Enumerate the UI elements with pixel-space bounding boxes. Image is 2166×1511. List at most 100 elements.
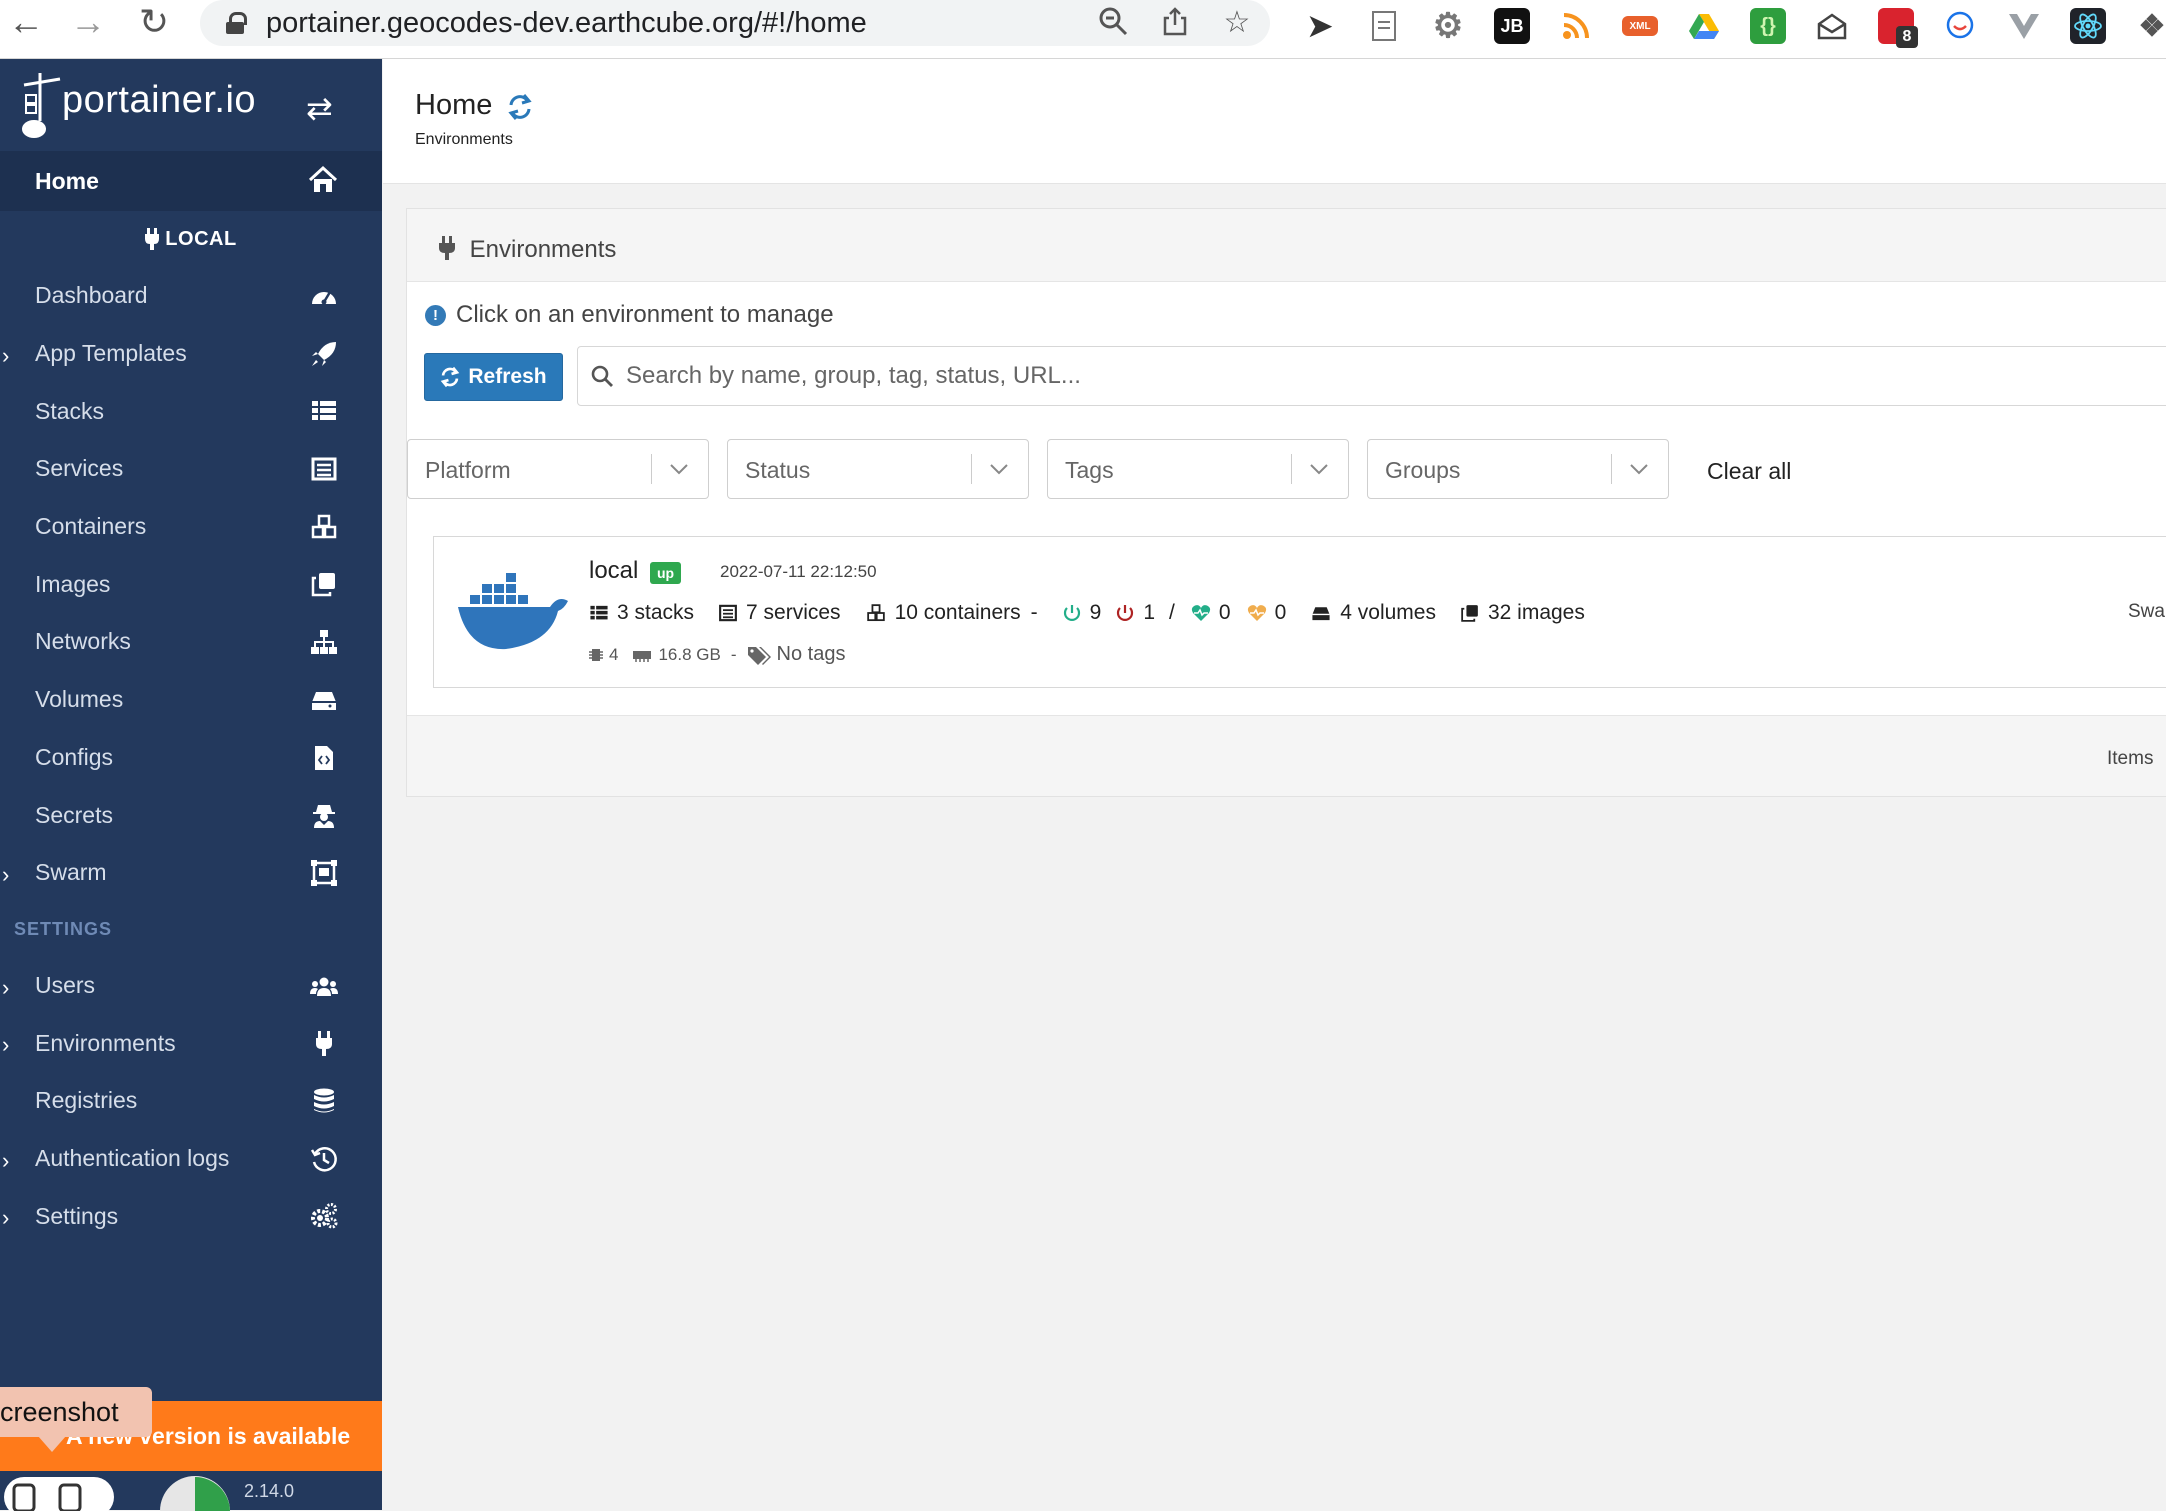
sidebar-item-label: Registries (35, 1087, 138, 1114)
services-icon (719, 604, 737, 622)
filter-label: Status (745, 457, 811, 483)
chevron-right-icon: › (2, 342, 10, 368)
groups-filter[interactable]: Groups (1367, 439, 1669, 499)
xml-extension-icon[interactable]: XML (1622, 16, 1658, 36)
cubes-icon (866, 604, 885, 622)
containers-count: 10 containers (894, 601, 1021, 624)
sidebar-item-label: Services (35, 455, 124, 482)
cogs-icon (311, 1203, 338, 1229)
environment-header: LOCAL (0, 211, 382, 267)
refresh-icon[interactable] (507, 93, 533, 121)
rss-extension-icon[interactable] (1558, 8, 1594, 44)
address-bar[interactable]: portainer.geocodes-dev.earthcube.org/#!/… (200, 0, 1270, 46)
clone-icon (1461, 605, 1478, 622)
rocket-icon (312, 341, 336, 366)
search-input[interactable] (624, 361, 2028, 391)
refresh-icon (441, 366, 460, 388)
footer-logo-icon (4, 1477, 114, 1511)
tags-icon (747, 646, 771, 665)
puzzle-extension-icon[interactable]: ❖ (2134, 8, 2166, 44)
drive-extension-icon[interactable] (1686, 8, 1722, 44)
sidebar-item-label: Stacks (35, 397, 105, 424)
environment-name: LOCAL (165, 227, 237, 250)
back-arrow-icon[interactable]: ← (4, 0, 48, 44)
sidebar-item-dashboard[interactable]: Dashboard (0, 267, 382, 325)
share-icon[interactable] (1158, 6, 1192, 40)
json-extension-icon[interactable]: {} (1750, 8, 1786, 44)
tooltip-text: creenshot (0, 1396, 119, 1427)
sidebar-item-label: Environments (35, 1029, 176, 1056)
version-indicator-icon (160, 1476, 230, 1511)
sidebar-item-configs[interactable]: Configs (0, 729, 382, 787)
sidebar-item-label: Users (35, 971, 96, 998)
slash-separator: / (1169, 601, 1175, 624)
power-running-icon (1063, 605, 1080, 621)
sidebar-item-home[interactable]: Home (0, 151, 382, 211)
sidebar-item-secrets[interactable]: Secrets (0, 786, 382, 844)
sidebar-item-images[interactable]: Images (0, 555, 382, 613)
jb-extension-icon[interactable]: JB (1494, 8, 1530, 44)
sidebar-item-containers[interactable]: Containers (0, 498, 382, 556)
chevron-right-icon: › (2, 1147, 10, 1173)
sidebar-item-registries[interactable]: Registries (0, 1072, 382, 1130)
clear-all-button[interactable]: Clear all (1707, 458, 1791, 485)
chat-extension-icon[interactable] (1942, 8, 1978, 44)
sidebar-item-label: Home (35, 167, 99, 194)
zoom-icon[interactable] (1096, 6, 1130, 40)
user-secret-icon (313, 805, 335, 829)
notification-extension-icon[interactable]: 8 (1878, 8, 1918, 48)
brand[interactable]: portainer.io ⇄ (0, 59, 382, 151)
filter-label: Platform (425, 457, 511, 483)
mail-extension-icon[interactable] (1814, 8, 1850, 44)
page-header: Home Environments (383, 59, 2166, 184)
rocket-extension-icon[interactable]: ➤ (1302, 8, 1338, 44)
plug-icon (145, 228, 160, 250)
stacks-count: 3 stacks (617, 601, 695, 624)
hdd-icon (312, 691, 336, 710)
document-extension-icon[interactable] (1366, 8, 1402, 44)
sidebar-item-environments[interactable]: › Environments (0, 1014, 382, 1072)
power-stopped-icon (1117, 605, 1134, 621)
sidebar-item-stacks[interactable]: Stacks (0, 382, 382, 440)
sidebar-item-label: Authentication logs (35, 1144, 230, 1171)
tachometer-icon (312, 291, 336, 305)
environment-item[interactable]: local up 2022-07-11 22:12:50 3 stacks 7 … (433, 536, 2166, 688)
environment-name: local (589, 557, 639, 584)
environment-timestamp: 2022-07-11 22:12:50 (720, 562, 877, 581)
sidebar-item-authentication-logs[interactable]: › Authentication logs (0, 1130, 382, 1188)
sidebar-item-users[interactable]: › Users (0, 957, 382, 1015)
filter-separator (651, 454, 652, 484)
sidebar-toggle-icon[interactable]: ⇄ (306, 89, 333, 127)
search-box[interactable] (577, 346, 2166, 406)
sidebar-item-networks[interactable]: Networks (0, 613, 382, 671)
platform-filter[interactable]: Platform (407, 439, 709, 499)
widget-title-text: Environments (469, 236, 617, 263)
sidebar-item-label: Secrets (35, 801, 113, 828)
gear-extension-icon[interactable]: ⚙ (1430, 7, 1466, 45)
chevron-down-icon (670, 464, 688, 475)
reload-icon[interactable]: ↻ (132, 0, 176, 44)
sidebar-item-volumes[interactable]: Volumes (0, 671, 382, 729)
sidebar-item-app-templates[interactable]: › App Templates (0, 325, 382, 383)
tags-filter[interactable]: Tags (1047, 439, 1349, 499)
forward-arrow-icon[interactable]: → (66, 0, 110, 44)
running-count: 9 (1089, 601, 1102, 624)
status-filter[interactable]: Status (727, 439, 1029, 499)
sidebar-item-settings[interactable]: › Settings (0, 1187, 382, 1245)
heartbeat-healthy-icon (1191, 605, 1210, 621)
settings-section-title: SETTINGS (14, 918, 113, 939)
running-stat: 9 (1062, 601, 1102, 625)
url-text[interactable]: portainer.geocodes-dev.earthcube.org/#!/… (266, 7, 867, 40)
refresh-button[interactable]: Refresh (424, 353, 563, 401)
breadcrumb: Environments (415, 131, 513, 148)
sidebar-item-swarm[interactable]: › Swarm (0, 844, 382, 902)
sidebar-item-services[interactable]: Services (0, 440, 382, 498)
version-label: 2.14.0 (244, 1481, 295, 1501)
vue-extension-icon[interactable] (2006, 8, 2042, 44)
lock-icon (226, 12, 247, 34)
react-extension-icon[interactable] (2070, 8, 2106, 44)
environment-meta: 4 16.8 GB - No tags (589, 643, 845, 666)
bookmark-star-icon[interactable]: ☆ (1220, 6, 1254, 40)
chevron-down-icon (1310, 464, 1328, 475)
dash-separator: - (1030, 601, 1038, 624)
